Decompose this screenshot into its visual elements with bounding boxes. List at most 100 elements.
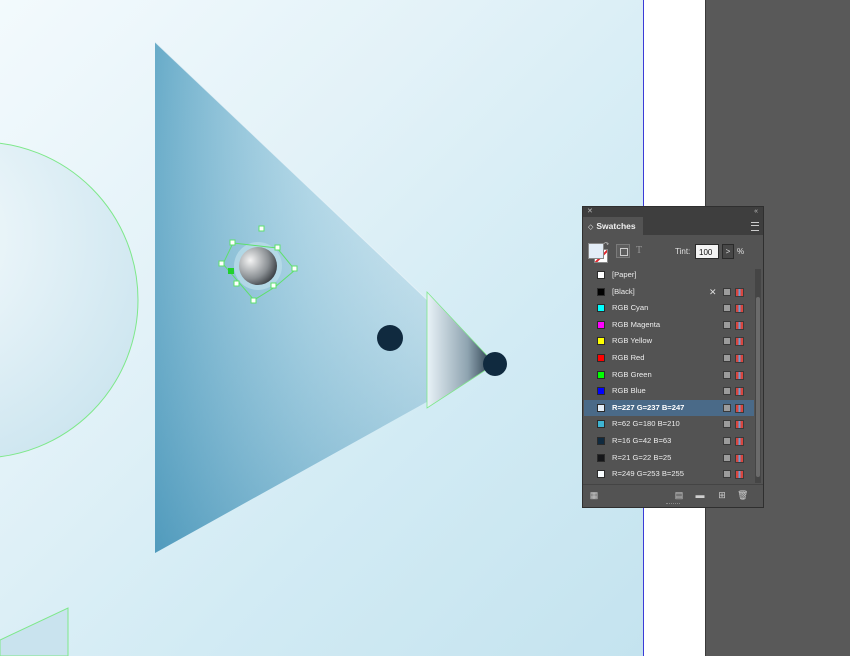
tint-label: Tint: [675,247,691,256]
nose-triangle [426,290,496,409]
no-edit-icon: ✕ [709,286,717,297]
rgb-mode-icon [735,353,744,363]
process-color-icon [723,320,731,329]
nose-dot [483,352,507,376]
process-color-icon [723,353,731,362]
swatches-panel[interactable]: ✕ « ◇ Swatches ↷ T Tint: 100 > % [Paper][… [582,206,764,508]
swatch-chip [597,420,605,429]
swatch-row[interactable]: R=249 G=253 B=255 [584,466,754,483]
swatch-row[interactable]: RGB Magenta [584,317,754,334]
swatch-row[interactable]: [Paper] [584,267,754,284]
swatch-name: RGB Blue [612,386,646,396]
swatch-row[interactable]: RGB Green [584,367,754,384]
swatch-row[interactable]: RGB Yellow [584,333,754,350]
panel-menu-icon[interactable] [751,222,759,231]
swatch-row[interactable]: R=21 G=22 B=25 [584,450,754,467]
swatch-row[interactable]: RGB Blue [584,383,754,400]
process-color-icon [723,403,731,412]
scrollbar[interactable] [755,269,761,483]
swatch-chip [597,337,605,346]
rgb-mode-icon [735,320,744,330]
swatch-chip [597,453,605,462]
new-color-group-icon[interactable]: ▤ [674,490,684,500]
swatch-chip [597,271,605,279]
process-color-icon [723,420,731,429]
rgb-mode-icon [735,453,744,463]
eye-dot [377,325,403,351]
tint-slider-button[interactable]: > [722,244,734,259]
rgb-mode-icon [735,304,744,314]
rgb-mode-icon [735,287,744,297]
process-color-icon [723,453,731,462]
swatch-name: R=62 G=180 B=210 [612,419,680,429]
fill-stroke-proxy[interactable]: ↷ [588,241,609,263]
swatch-chip [597,353,605,362]
tab-marker-icon: ◇ [588,224,594,231]
panel-bottom-bar: ▦ ▤ ▬ ⊞ 🗑 [583,484,763,507]
swatch-row[interactable]: R=62 G=180 B=210 [584,416,754,433]
swatch-row[interactable]: RGB Red [584,350,754,367]
process-color-icon [723,370,731,379]
delete-swatch-icon[interactable]: 🗑 [737,490,748,500]
swatch-name: RGB Green [612,369,652,379]
rgb-mode-icon [735,470,744,480]
tint-input[interactable]: 100 [695,244,719,259]
document-canvas[interactable] [0,0,643,656]
process-color-icon [723,304,731,313]
tab-swatches-label: Swatches [596,221,636,231]
swatch-chip [597,304,605,313]
rgb-mode-icon [735,370,744,380]
tint-percent: % [737,247,745,256]
swatch-chip [597,436,605,445]
swatch-views-icon[interactable]: ▦ [589,490,599,500]
swatch-name: RGB Red [612,352,645,362]
panel-tab-row: ◇ Swatches [583,217,763,235]
rgb-mode-icon [735,337,744,347]
rgb-mode-icon [735,436,744,446]
new-swatch-icon[interactable]: ⊞ [717,490,727,500]
swatch-row[interactable]: RGB Cyan [584,300,754,317]
process-color-icon [723,470,731,479]
swatch-chip [597,387,605,396]
process-color-icon [723,436,731,445]
process-color-icon [723,387,731,396]
swatch-name: [Paper] [612,270,637,279]
tab-swatches[interactable]: ◇ Swatches [583,217,643,235]
swatch-row[interactable]: R=227 G=237 B=247 [584,399,754,417]
collapse-icon[interactable]: « [754,207,758,217]
close-icon[interactable]: ✕ [587,207,593,217]
process-color-icon [723,287,731,296]
rgb-mode-icon [735,403,744,413]
swatch-chip [597,470,605,479]
swatch-chip [597,403,605,412]
large-circle [0,142,139,458]
swatch-name: R=227 G=237 B=247 [612,402,685,412]
swatch-chip [597,287,605,296]
swatch-toolbar: ↷ T Tint: 100 > % [583,235,763,263]
process-color-icon [723,337,731,346]
swatch-name: RGB Cyan [612,303,649,313]
swatch-row[interactable]: R=16 G=42 B=63 [584,433,754,450]
bottom-shape [0,607,69,656]
swatch-chip [597,320,605,329]
folder-icon[interactable]: ▬ [695,490,705,500]
swatch-name: RGB Yellow [612,336,653,346]
swatch-name: R=21 G=22 B=25 [612,452,672,462]
fill-swatch-icon[interactable] [588,243,604,259]
swatch-name: RGB Magenta [612,319,661,329]
swap-arrow-icon[interactable]: ↷ [604,241,609,248]
resize-grip[interactable] [666,503,680,506]
swatch-name: R=249 G=253 B=255 [612,469,684,479]
swatch-list[interactable]: [Paper] [Black] ✕ RGB Cyan RGB Magenta RGB Ye… [584,267,754,483]
swatch-chip [597,370,605,379]
formatting-text-icon[interactable]: T [636,245,642,256]
swatch-row[interactable]: [Black] ✕ [584,284,754,301]
panel-titlebar[interactable]: ✕ « [583,207,763,217]
scroll-thumb[interactable] [756,297,760,477]
rgb-mode-icon [735,387,744,397]
formatting-container-icon[interactable] [616,244,630,258]
swatch-name: [Black] [612,286,635,296]
artwork[interactable] [0,0,643,656]
rgb-mode-icon [735,420,744,430]
swatch-name: R=16 G=42 B=63 [612,435,672,445]
